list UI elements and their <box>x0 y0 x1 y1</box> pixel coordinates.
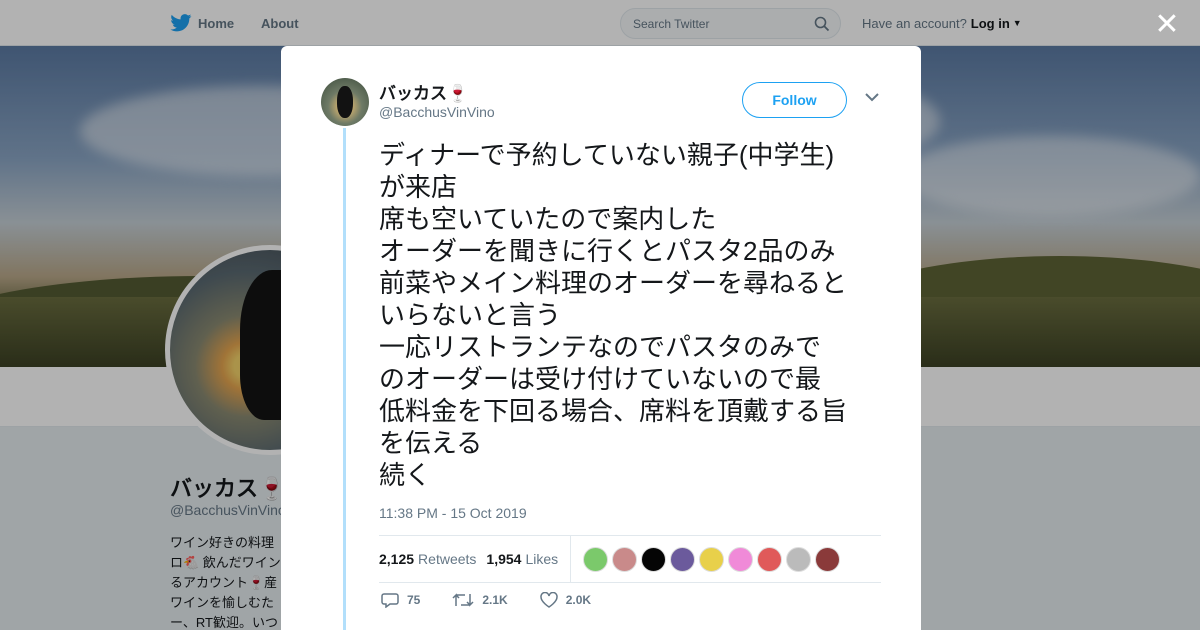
tweet-text-line: 一応リストランテなのでパスタのみで <box>379 332 822 362</box>
liker-avatar[interactable] <box>699 546 725 572</box>
tweet-text-line: が来店 <box>379 172 458 202</box>
close-icon[interactable]: ✕ <box>1154 10 1180 40</box>
tweet-timestamp[interactable]: 11:38 PM - 15 Oct 2019 <box>379 505 527 521</box>
liker-avatar[interactable] <box>583 546 609 572</box>
tweet-display-name[interactable]: バッカス🍷 <box>379 79 468 104</box>
liker-avatars <box>583 546 841 572</box>
retweets-label[interactable]: Retweets <box>418 551 476 567</box>
reply-button[interactable]: 75 <box>381 592 420 608</box>
tweet-text-line: ディナーで予約していない親子(中学生) <box>379 140 835 170</box>
like-count: 2.0K <box>565 593 592 607</box>
liker-avatar[interactable] <box>757 546 783 572</box>
tweet-text-line: 席も空いていたので案内した <box>379 204 717 234</box>
follow-button[interactable]: Follow <box>742 82 847 118</box>
tweet-text-line: 続く <box>379 460 432 490</box>
liker-avatar[interactable] <box>815 546 841 572</box>
tweet-stats: 2,125 Retweets 1,954 Likes <box>379 535 881 583</box>
tweet-text: ディナーで予約していない親子(中学生) が来店 席も空いていたので案内した オー… <box>379 139 889 491</box>
likes-count[interactable]: 1,954 <box>486 551 521 567</box>
like-button[interactable]: 2.0K <box>539 592 592 608</box>
reply-count: 75 <box>407 593 421 607</box>
retweets-count[interactable]: 2,125 <box>379 551 414 567</box>
liker-avatar[interactable] <box>786 546 812 572</box>
thread-connector-line <box>343 128 346 630</box>
tweet-text-line: オーダーを聞きに行くとパスタ2品のみ <box>379 236 836 266</box>
liker-avatar[interactable] <box>612 546 638 572</box>
tweet-username[interactable]: @BacchusVinVino <box>379 104 495 120</box>
retweet-button[interactable]: 2.1K <box>452 592 508 608</box>
tweet-text-line: 前菜やメイン料理のオーダーを尋ねると <box>379 268 848 298</box>
liker-avatar[interactable] <box>641 546 667 572</box>
retweet-icon <box>452 593 474 607</box>
liker-avatar[interactable] <box>728 546 754 572</box>
reply-icon <box>381 593 399 608</box>
tweet-text-line: 低料金を下回る場合、席料を頂戴する旨 <box>379 396 848 426</box>
heart-icon <box>539 592 558 608</box>
retweet-count: 2.1K <box>482 593 508 607</box>
tweet-text-line: を伝える <box>379 428 483 458</box>
tweet-text-line: のオーダーは受け付けていないので最 <box>379 364 822 394</box>
tweet-text-line: いらないと言う <box>379 300 562 330</box>
tweet-permalink-modal: バッカス🍷 @BacchusVinVino Follow ディナーで予約していな… <box>281 46 921 630</box>
chevron-down-icon[interactable] <box>865 92 879 102</box>
likes-label[interactable]: Likes <box>525 551 558 567</box>
tweet-actions: 75 2.1K 2.0K <box>381 592 623 608</box>
liker-avatar[interactable] <box>670 546 696 572</box>
avatar[interactable] <box>321 78 369 126</box>
